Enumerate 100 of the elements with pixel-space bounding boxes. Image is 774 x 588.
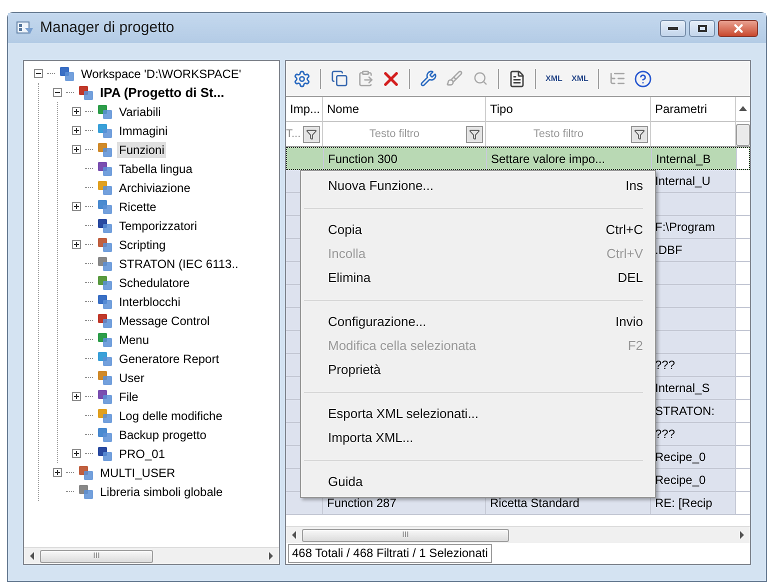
table-cell-text: Ricetta Standard [490, 495, 580, 512]
context-menu-entry[interactable]: Configurazione... Invio [328, 310, 643, 334]
module-icon [78, 484, 94, 500]
table-cell-text: RE: [Recip [655, 495, 712, 512]
module-icon [97, 426, 113, 442]
expand-icon[interactable] [72, 240, 81, 249]
module-icon [97, 160, 113, 176]
table-cell-text: Function 287 [327, 495, 396, 512]
module-icon [97, 312, 113, 328]
horizontal-scrollbar[interactable]: III [24, 547, 279, 564]
scroll-thumb-grip: III [402, 531, 409, 539]
module-icon [97, 198, 113, 214]
scroll-up-icon[interactable] [739, 105, 747, 113]
context-menu-entry[interactable]: Importa XML... [328, 426, 643, 450]
table-row[interactable]: Function 300 Settare valore impo... Internal_B [286, 147, 750, 170]
module-icon [97, 294, 113, 310]
tree-item[interactable]: File [117, 388, 140, 404]
horizontal-scrollbar[interactable]: III [286, 526, 750, 543]
tree-item[interactable]: IPA (Progetto di St... [98, 84, 226, 100]
filter-field[interactable]: Testo filtro [486, 126, 631, 142]
module-icon [97, 122, 113, 138]
module-icon [97, 274, 113, 290]
expand-icon[interactable] [72, 449, 81, 458]
maximize-button[interactable] [689, 20, 715, 36]
tree-item[interactable]: Log delle modifiche [117, 408, 224, 424]
table-cell-text: ??? [655, 357, 676, 374]
table-cell-text: Internal_S [655, 380, 710, 397]
table-cell-text: Settare valore impo... [491, 150, 606, 168]
tree-item[interactable]: Temporizzatori [117, 218, 200, 234]
module-icon [97, 236, 113, 252]
tree-item[interactable]: Immagini [117, 122, 170, 138]
expand-icon[interactable] [72, 107, 81, 116]
tree-item[interactable]: PRO_01 [117, 446, 168, 462]
module-icon [59, 66, 75, 82]
filter-button[interactable] [631, 126, 648, 142]
tree-item[interactable]: Workspace 'D:\WORKSPACE' [79, 66, 244, 82]
tree-item[interactable]: Menu [117, 332, 152, 348]
tree-item[interactable]: Ricette [117, 198, 158, 214]
close-button[interactable] [718, 20, 758, 36]
module-icon [97, 104, 113, 120]
window-title: Manager di progetto [40, 18, 174, 38]
tree-item[interactable]: Tabella lingua [117, 160, 194, 176]
module-icon [97, 370, 113, 386]
tree-item[interactable]: Interblocchi [117, 294, 182, 310]
context-menu-entry[interactable]: Proprietà [328, 358, 643, 382]
tree-item[interactable]: Generatore Report [117, 350, 222, 366]
expand-icon[interactable] [72, 392, 81, 401]
filter-button[interactable] [303, 126, 320, 142]
module-icon [97, 408, 113, 424]
module-icon [97, 350, 113, 366]
table-cell-text: Recipe_0 [655, 449, 706, 466]
vertical-scrollbar-thumb[interactable] [736, 124, 750, 146]
expand-icon[interactable] [72, 145, 81, 154]
filter-field[interactable]: T... [286, 126, 303, 142]
context-menu-entry[interactable]: Copia Ctrl+C [328, 218, 643, 242]
collapse-icon[interactable] [53, 88, 62, 97]
module-icon [97, 388, 113, 404]
tree-item[interactable]: Archiviazione [117, 180, 192, 196]
expand-icon[interactable] [72, 202, 81, 211]
tree-item[interactable]: Funzioni [117, 142, 166, 158]
module-icon [97, 180, 113, 196]
tree-item[interactable]: MULTI_USER [98, 464, 178, 480]
close-icon [732, 22, 744, 34]
tree-item[interactable]: Message Control [117, 312, 212, 328]
tree-item[interactable]: STRATON (IEC 6113.. [117, 256, 240, 272]
import-button[interactable]: XML [568, 66, 592, 90]
table-cell-text: STRATON: [655, 403, 715, 420]
scroll-left-icon[interactable] [291, 531, 297, 539]
scroll-right-icon[interactable] [739, 531, 745, 539]
context-menu-entry[interactable]: Nuova Funzione... Ins [328, 174, 643, 198]
context-menu-entry[interactable]: Elimina DEL [328, 266, 643, 290]
scroll-thumb-grip: III [93, 552, 100, 560]
module-icon [97, 446, 113, 462]
module-icon [97, 332, 113, 348]
tree-item[interactable]: Backup progetto [117, 426, 208, 442]
app-icon [16, 20, 34, 36]
module-icon [97, 142, 113, 158]
module-icon [97, 218, 113, 234]
tree-item[interactable]: User [117, 370, 146, 386]
filter-field[interactable]: Testo filtro [323, 126, 466, 142]
context-menu-entry[interactable]: Esporta XML selezionati... [328, 402, 643, 426]
export-button[interactable]: XML [542, 66, 566, 90]
context-menu-entry[interactable]: Guida [328, 470, 643, 494]
minimize-button[interactable] [660, 20, 686, 36]
table-cell-text: ??? [655, 426, 676, 443]
filter-button[interactable] [466, 126, 483, 142]
scroll-right-icon[interactable] [268, 552, 274, 560]
table-cell-text: Internal_U [655, 173, 710, 190]
expand-icon[interactable] [53, 468, 62, 477]
tree-item[interactable]: Libreria simboli globale [98, 484, 225, 500]
table-cell-text: Internal_B [656, 150, 711, 168]
tree-item[interactable]: Variabili [117, 104, 163, 120]
scroll-left-icon[interactable] [29, 552, 35, 560]
table-cell-text: Function 300 [328, 150, 398, 168]
module-icon [97, 256, 113, 272]
collapse-icon[interactable] [34, 69, 43, 78]
tree-item[interactable]: Scripting [117, 236, 168, 252]
tree-item[interactable]: Schedulatore [117, 274, 192, 290]
table-cell-text: Recipe_0 [655, 472, 706, 489]
expand-icon[interactable] [72, 126, 81, 135]
